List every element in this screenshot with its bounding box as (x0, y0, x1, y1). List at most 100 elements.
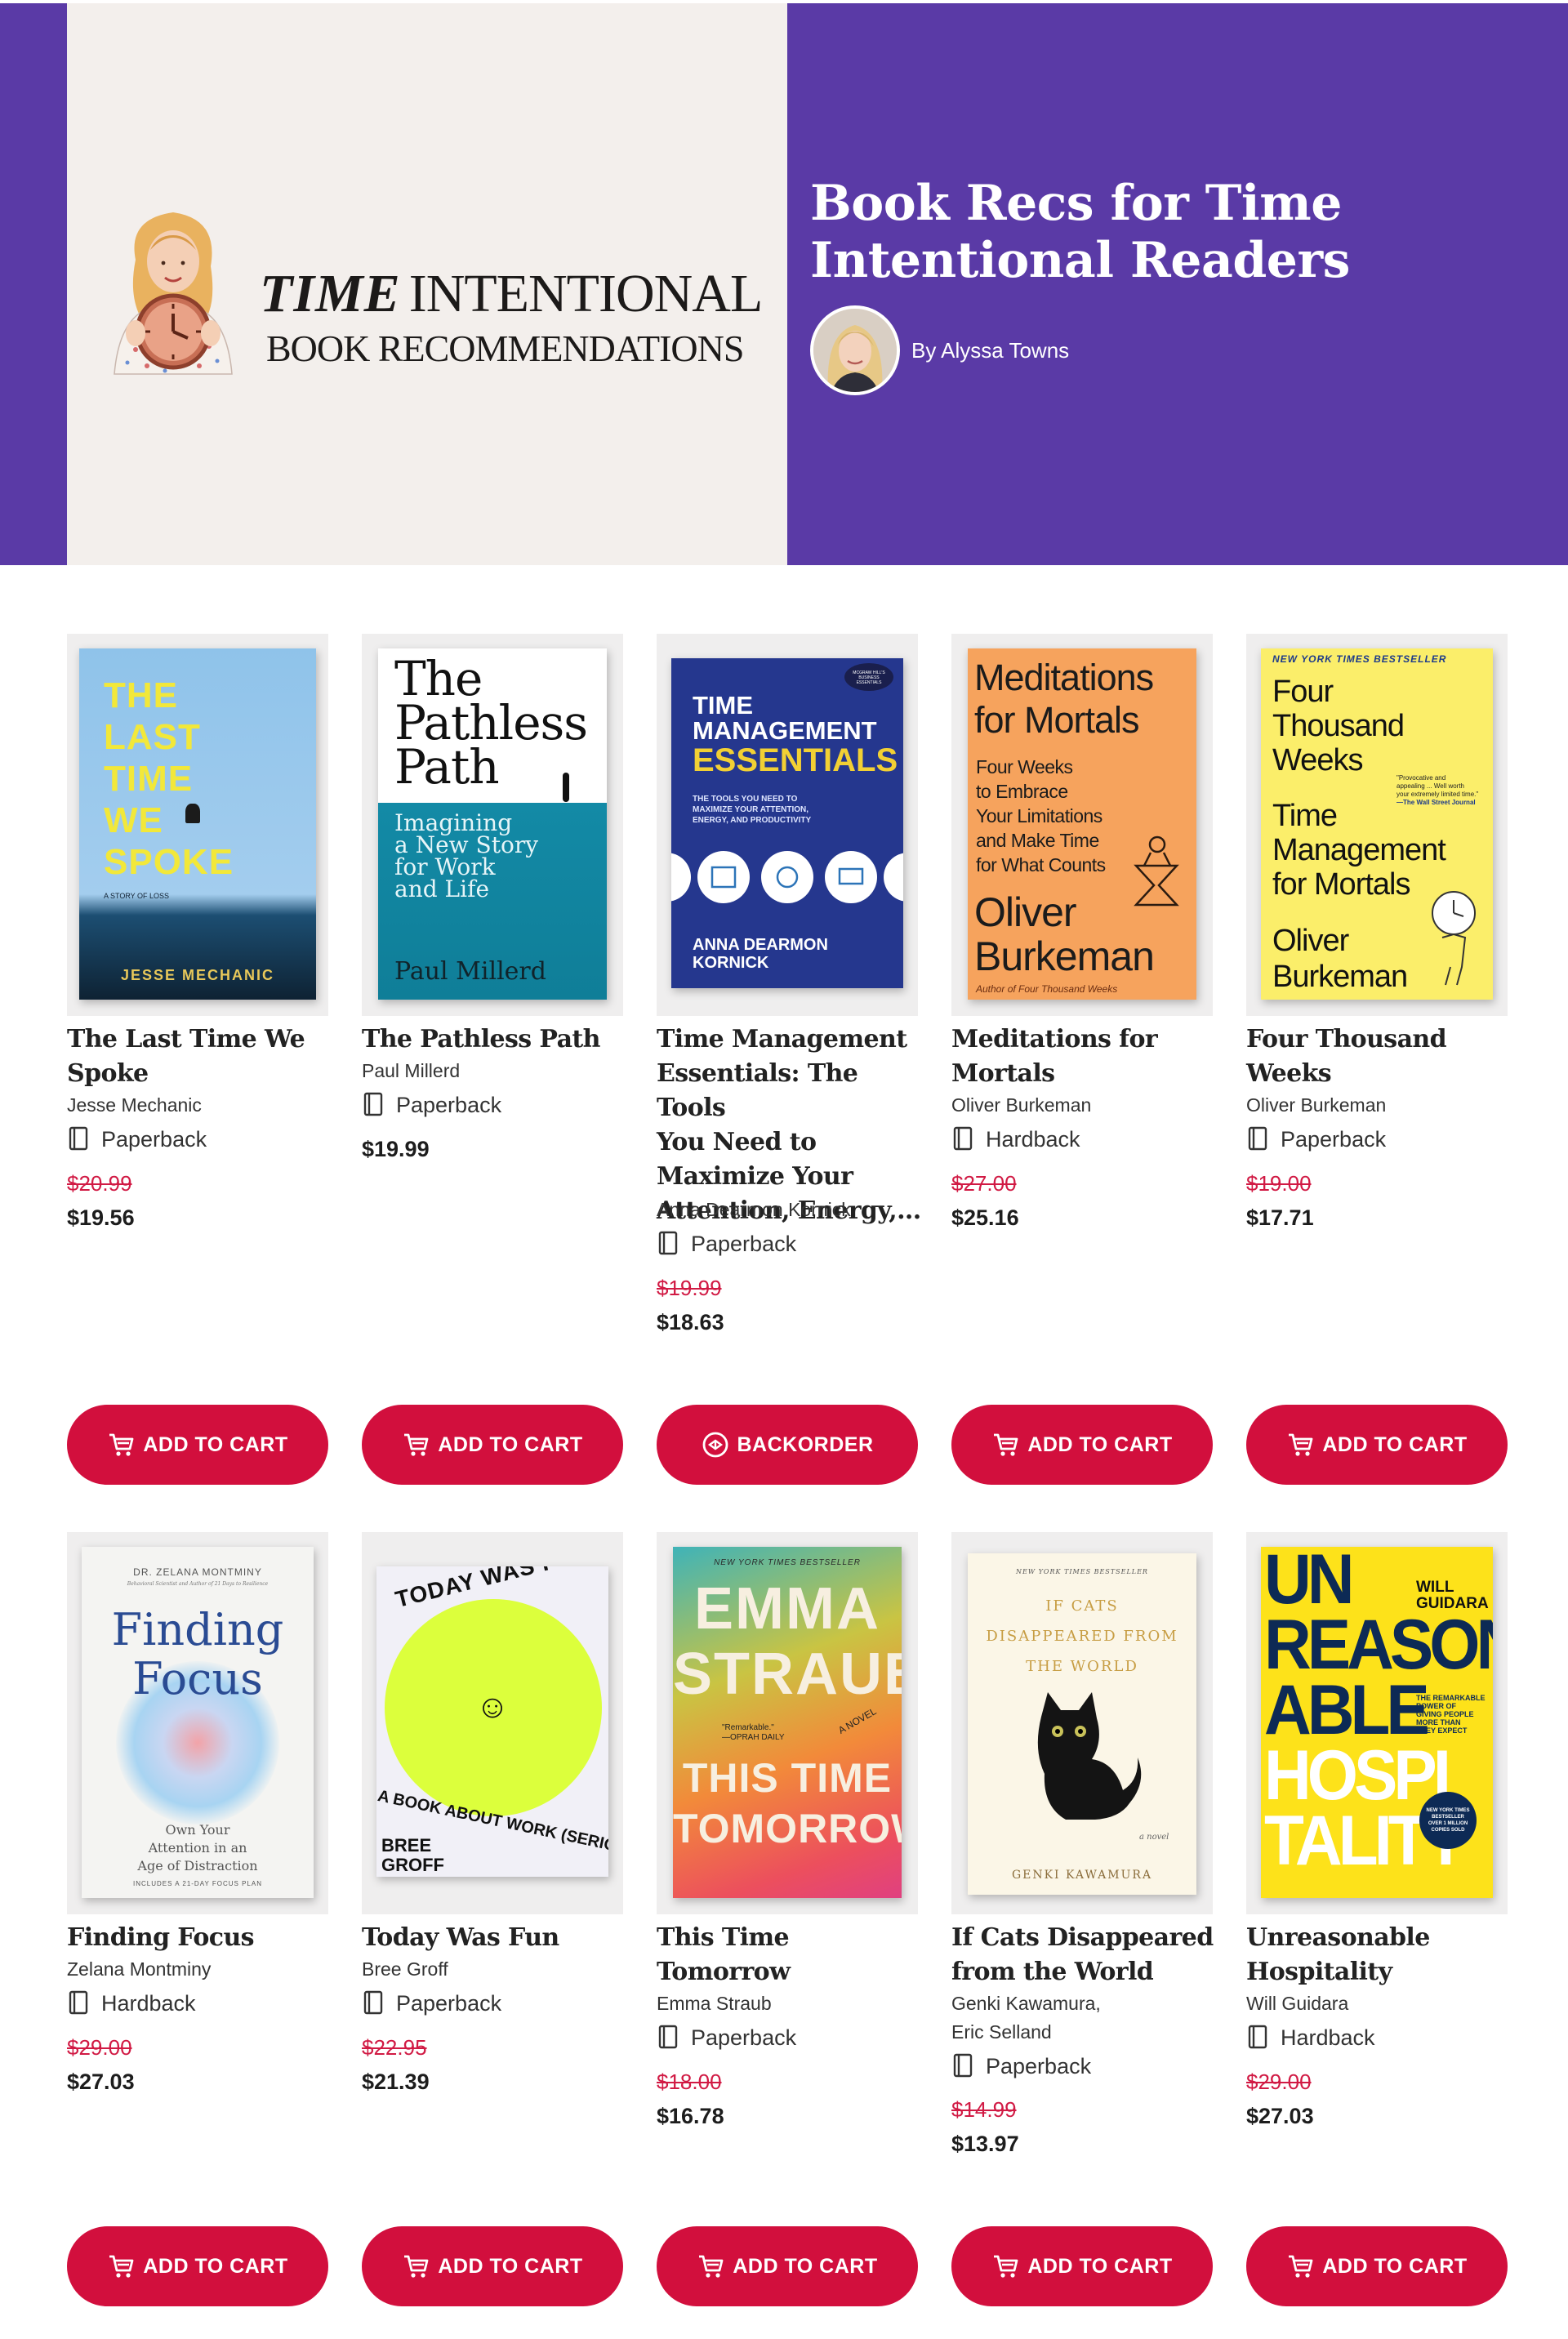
book-author[interactable]: Oliver Burkeman (1246, 1091, 1508, 1120)
original-price: $18.00 (657, 2069, 722, 2094)
cover-author: Paul Millerd (394, 957, 546, 986)
book-cover: NEW YORK TIMES BESTSELLER Four Thousand We… (1261, 648, 1493, 1000)
add-to-cart-button[interactable]: ADD TO CART (1246, 2226, 1508, 2306)
book-title[interactable]: If Cats Disappeared from the World (951, 1921, 1221, 1989)
button-label: ADD TO CART (143, 1432, 288, 1456)
author-byline[interactable]: By Alyssa Towns (911, 338, 1069, 363)
cover-bestseller-badge: NEW YORK TIMES BESTSELLER (1016, 1568, 1148, 1575)
cover-quote: "Remarkable." —OPRAH DAILY (722, 1723, 785, 1742)
button-label: ADD TO CART (1027, 1432, 1173, 1456)
book-author[interactable]: Genki Kawamura, Eric Selland (951, 1989, 1213, 2047)
book-author[interactable]: Paul Millerd (362, 1057, 623, 1085)
cover-title: THIS TIMETOMORROW (673, 1755, 902, 1851)
clock-woman-illustration (114, 212, 233, 375)
book-cover-link[interactable]: NEW YORK TIMES BESTSELLER EMMASTRAUB "Re… (657, 1532, 918, 1914)
cover-subtitle: Imagining a New Story for Work and Life (394, 809, 539, 902)
format-label: Paperback (1281, 1126, 1387, 1152)
backorder-button[interactable]: BACKORDER (657, 1405, 918, 1485)
cover-genre: A NOVEL (835, 1705, 879, 1736)
book-icon (953, 2053, 973, 2078)
book-author[interactable]: Jesse Mechanic (67, 1091, 328, 1120)
book-icon (69, 1126, 88, 1151)
add-to-cart-button[interactable]: ADD TO CART (362, 1405, 623, 1485)
add-to-cart-button[interactable]: ADD TO CART (67, 2226, 328, 2306)
button-label: ADD TO CART (438, 2254, 583, 2278)
original-price: $20.99 (67, 1171, 132, 1196)
cover-footnote: INCLUDES A 21-DAY FOCUS PLAN (133, 1880, 262, 1887)
book-title[interactable]: Unreasonable Hospitality (1246, 1921, 1516, 1989)
add-to-cart-button[interactable]: ADD TO CART (951, 1405, 1213, 1485)
brand-wordmark: TIME INTENTIONAL (260, 263, 764, 325)
book-cover: THE LAST TIME WE SPOKE A STORY OF LOSS JESSE… (79, 648, 316, 1000)
brand-intentional-word: INTENTIONAL (408, 264, 764, 323)
black-cat-image (1037, 1692, 1142, 1820)
book-cover-link[interactable]: The Pathless Path Imagining a New Story for … (362, 634, 623, 1016)
book-title[interactable]: Four Thousand Weeks (1246, 1022, 1516, 1091)
add-to-cart-button[interactable]: ADD TO CART (657, 2226, 918, 2306)
original-price: $19.00 (1246, 1171, 1312, 1196)
cover-author: BREE GROFF (381, 1835, 444, 1875)
book-title[interactable]: The Pathless Path (362, 1022, 631, 1057)
cover-author: Oliver Burkeman (1272, 924, 1408, 994)
cover-subtitle: THE TOOLS YOU NEED TO MAXIMIZE YOUR ATTEN… (693, 795, 812, 825)
book-cover-link[interactable]: NEW YORK TIMES BESTSELLER Four Thousand We… (1246, 634, 1508, 1016)
book-cover: The Pathless Path Imagining a New Story for … (378, 648, 607, 1000)
sale-price: $27.03 (1246, 2104, 1314, 2128)
cover-title: THE LAST TIME WE SPOKE (104, 675, 234, 882)
sale-price: $16.78 (657, 2104, 724, 2128)
button-label: ADD TO CART (1322, 1432, 1468, 1456)
cover-figure (185, 804, 200, 823)
book-format: Paperback (69, 1123, 207, 1156)
book-cover-link[interactable]: Meditations for Mortals Four Weeks to Embr… (951, 634, 1213, 1016)
book-title[interactable]: Today Was Fun (362, 1921, 631, 1955)
book-cover-link[interactable]: NEW YORK TIMES BESTSELLER IF CATS DISAPPE… (951, 1532, 1213, 1914)
book-author[interactable]: Anna Dearmon Kornick (657, 1196, 918, 1224)
cover-author: JESSE MECHANIC (120, 967, 275, 983)
book-format: Hardback (69, 1987, 196, 2020)
format-label: Paperback (396, 1092, 502, 1117)
book-title[interactable]: The Last Time We Spoke (67, 1022, 336, 1091)
book-cover-link[interactable]: UNREASONABLE HOSPITALITY WILLGUIDARA THE… (1246, 1532, 1508, 1914)
cover-title: IF CATS DISAPPEARED FROM THE WORLD (986, 1597, 1178, 1675)
book-cover-link[interactable]: ☺ TODAY WAS FUN A BOOK ABOUT WORK (SERIO… (362, 1532, 623, 1914)
button-label: ADD TO CART (438, 1432, 583, 1456)
format-label: Hardback (1281, 2025, 1375, 2050)
book-author[interactable]: Oliver Burkeman (951, 1091, 1213, 1120)
add-to-cart-button[interactable]: ADD TO CART (1246, 1405, 1508, 1485)
cover-bestseller-badge: NEW YORK TIMES BESTSELLER (714, 1558, 861, 1567)
cover-walker (563, 773, 569, 802)
book-cover-link[interactable]: MCGRAW HILL'S BUSINESS ESSENTIALS TIME MANA… (657, 634, 918, 1016)
book-title[interactable]: This Time Tomorrow (657, 1921, 926, 1989)
book-author[interactable]: Bree Groff (362, 1955, 623, 1984)
cover-title: Finding Focus (111, 1604, 284, 1704)
book-format: Paperback (953, 2050, 1091, 2083)
book-format: Paperback (658, 2021, 796, 2054)
cover-tagline: A STORY OF LOSS (104, 892, 170, 900)
add-to-cart-button[interactable]: ADD TO CART (67, 1405, 328, 1485)
cover-footnote: Author of Four Thousand Weeks (976, 983, 1118, 995)
book-title[interactable]: Finding Focus (67, 1921, 336, 1955)
book-author[interactable]: Emma Straub (657, 1989, 918, 2018)
format-label: Paperback (101, 1126, 207, 1152)
add-to-cart-button[interactable]: ADD TO CART (951, 2226, 1213, 2306)
book-author[interactable]: Zelana Montminy (67, 1955, 328, 1984)
sale-price: $27.03 (67, 2069, 135, 2094)
book-title[interactable]: Meditations for Mortals (951, 1022, 1221, 1091)
book-icon (69, 1990, 88, 2015)
original-price: $29.00 (1246, 2069, 1312, 2094)
add-to-cart-button[interactable]: ADD TO CART (362, 2226, 623, 2306)
cart-icon (109, 2255, 134, 2278)
book-author[interactable]: Will Guidara (1246, 1989, 1508, 2018)
cart-icon (994, 1433, 1018, 1456)
original-price: $27.00 (951, 1171, 1017, 1196)
cart-icon (1289, 2255, 1313, 2278)
cover-subtitle: Time Management for Mortals (1272, 799, 1446, 902)
button-label: ADD TO CART (143, 2254, 288, 2278)
cover-subtitle: Four Weeks to Embrace Your Limitations and … (976, 756, 1106, 875)
book-cover-link[interactable]: THE LAST TIME WE SPOKE A STORY OF LOSS JESSE… (67, 634, 328, 1016)
cover-author: ANNA DEARMON KORNICK (693, 936, 828, 972)
book-cover-link[interactable]: DR. ZELANA MONTMINY Behavioral Scientist… (67, 1532, 328, 1914)
format-label: Hardback (986, 1126, 1080, 1152)
book-cover: Meditations for Mortals Four Weeks to Embr… (968, 648, 1196, 1000)
cover-quote: "Provocative and appealing ... Well worth… (1396, 774, 1479, 806)
